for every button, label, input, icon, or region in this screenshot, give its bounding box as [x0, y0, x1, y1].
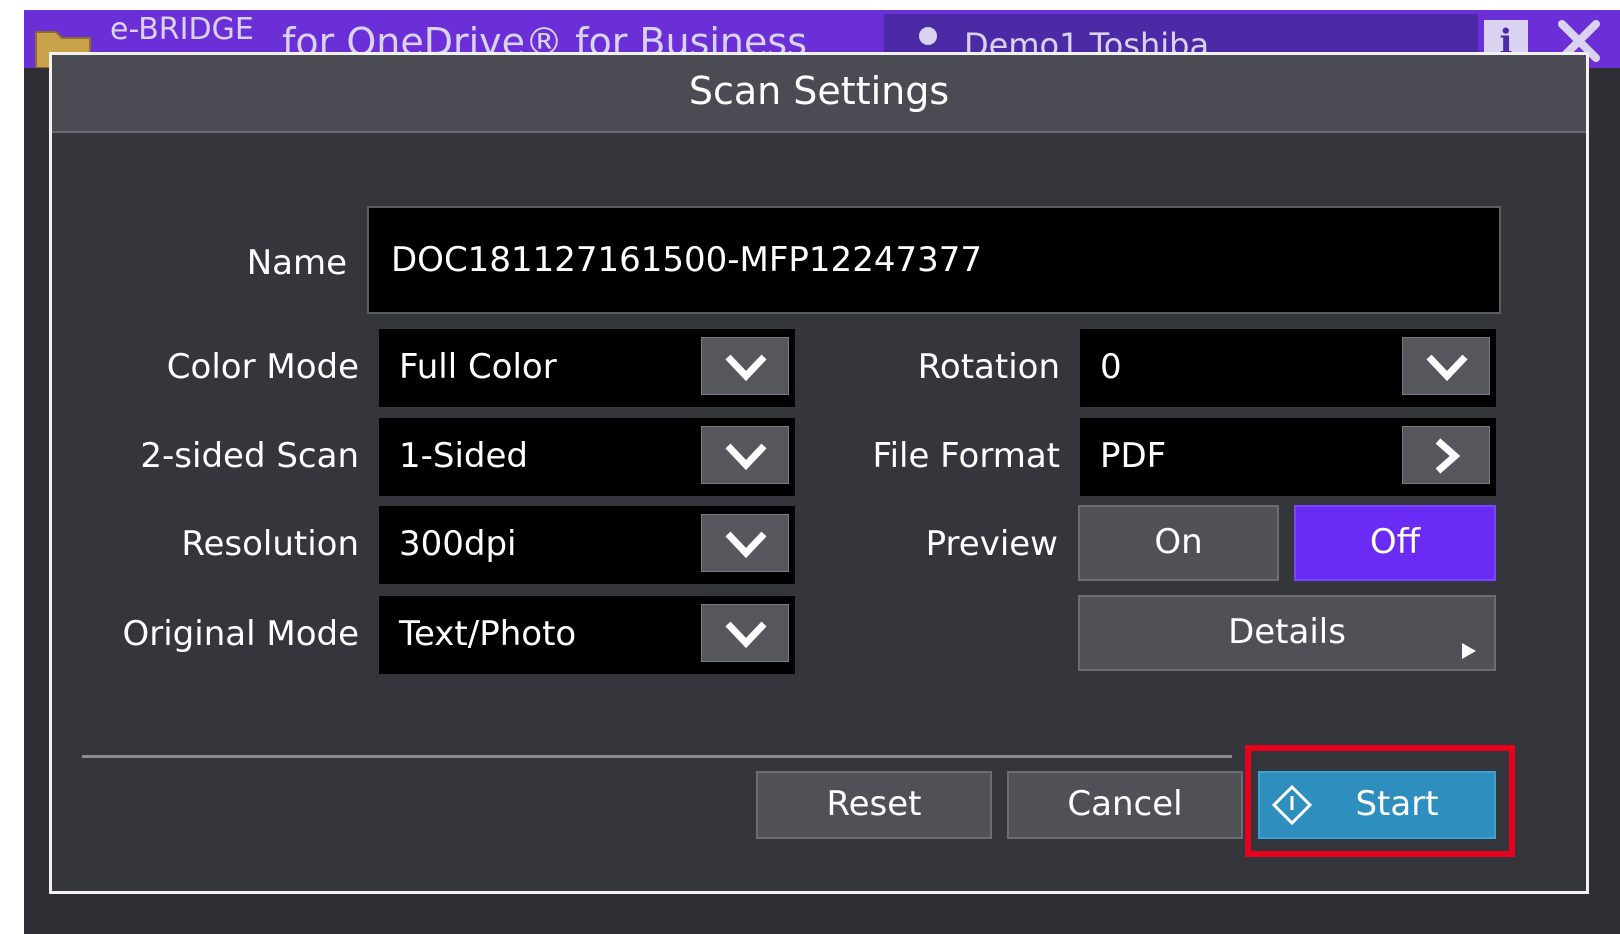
original-mode-label: Original Mode [122, 614, 360, 654]
file-format-select[interactable]: PDF [1080, 418, 1496, 496]
original-mode-select[interactable]: Text/Photo [379, 596, 795, 674]
triangle-right-icon [1462, 643, 1476, 659]
file-format-value: PDF [1100, 436, 1167, 476]
rotation-label: Rotation [917, 347, 1060, 387]
rotation-value: 0 [1100, 347, 1122, 387]
original-mode-dropdown-button[interactable] [701, 604, 789, 662]
preview-off-button[interactable]: Off [1294, 505, 1496, 581]
two-sided-scan-label: 2-sided Scan [140, 436, 359, 476]
two-sided-scan-dropdown-button[interactable] [701, 426, 789, 484]
chevron-down-icon [725, 531, 767, 559]
file-format-next-button[interactable] [1402, 426, 1490, 484]
resolution-select[interactable]: 300dpi [379, 506, 795, 584]
reset-button[interactable]: Reset [756, 771, 992, 839]
resolution-value: 300dpi [399, 524, 517, 564]
preview-label: Preview [925, 524, 1058, 564]
dialog-title: Scan Settings [688, 69, 950, 113]
two-sided-scan-value: 1-Sided [399, 436, 529, 476]
start-highlight-box [1245, 745, 1515, 857]
resolution-dropdown-button[interactable] [701, 514, 789, 572]
details-label: Details [1228, 612, 1346, 652]
color-mode-value: Full Color [399, 347, 557, 387]
name-label: Name [246, 243, 347, 283]
color-mode-select[interactable]: Full Color [379, 329, 795, 407]
original-mode-value: Text/Photo [399, 614, 577, 654]
chevron-down-icon [725, 354, 767, 382]
app-name-small: e-BRIDGE [110, 12, 254, 47]
cancel-button[interactable]: Cancel [1007, 771, 1243, 839]
rotation-dropdown-button[interactable] [1402, 337, 1490, 395]
name-input[interactable]: DOC181127161500-MFP12247377 [367, 206, 1501, 314]
chevron-right-icon [1435, 438, 1461, 474]
details-button[interactable]: Details [1078, 595, 1496, 671]
chevron-down-icon [1426, 354, 1468, 382]
dialog-header: Scan Settings [52, 55, 1586, 133]
file-format-label: File Format [872, 436, 1060, 476]
rotation-select[interactable]: 0 [1080, 329, 1496, 407]
chevron-down-icon [725, 621, 767, 649]
two-sided-scan-select[interactable]: 1-Sided [379, 418, 795, 496]
color-mode-dropdown-button[interactable] [701, 337, 789, 395]
resolution-label: Resolution [181, 524, 359, 564]
color-mode-label: Color Mode [166, 347, 359, 387]
footer-divider [82, 755, 1232, 758]
preview-on-button[interactable]: On [1078, 505, 1279, 581]
chevron-down-icon [725, 443, 767, 471]
name-value: DOC181127161500-MFP12247377 [391, 240, 982, 280]
